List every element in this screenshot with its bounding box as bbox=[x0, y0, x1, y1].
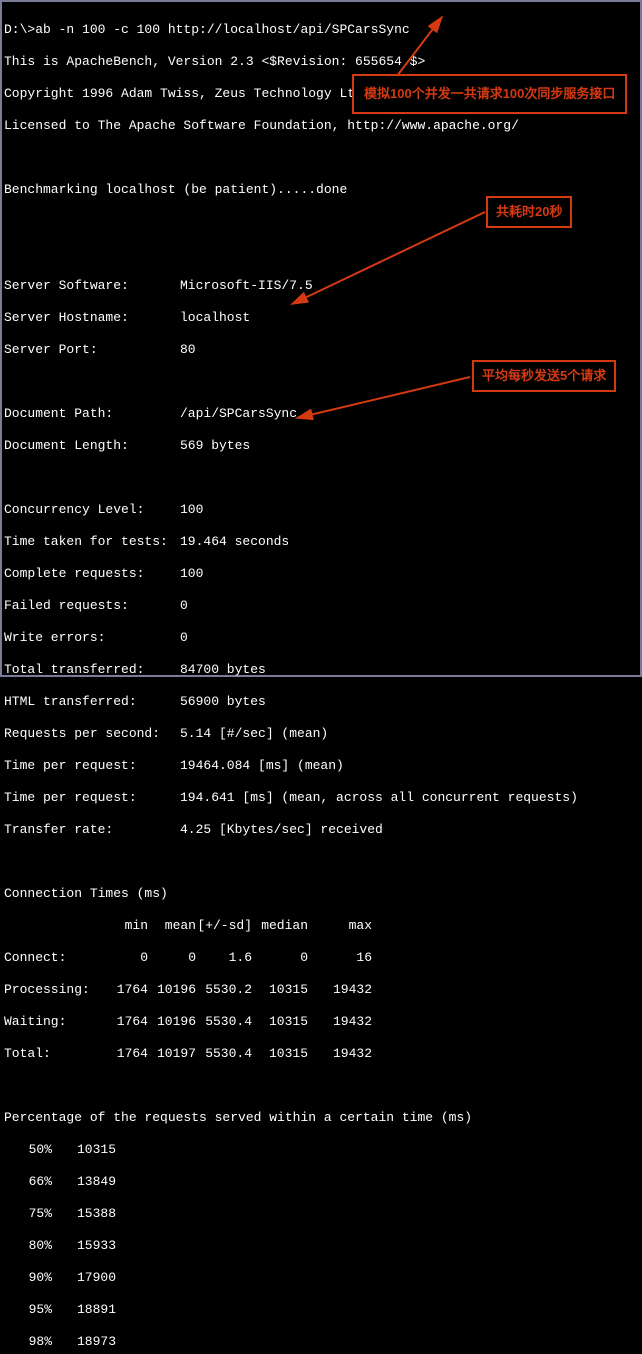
ct-connect: Connect:001.6016 bbox=[4, 950, 638, 966]
ct-processing: Processing:1764101965530.21031519432 bbox=[4, 982, 638, 998]
failed-requests: Failed requests:0 bbox=[4, 598, 638, 614]
pct-row: 66%13849 bbox=[4, 1174, 638, 1190]
time-taken: Time taken for tests:19.464 seconds bbox=[4, 534, 638, 550]
percentage-title: Percentage of the requests served within… bbox=[4, 1110, 638, 1126]
requests-per-second: Requests per second:5.14 [#/sec] (mean) bbox=[4, 726, 638, 742]
pct-row: 90%17900 bbox=[4, 1270, 638, 1286]
total-transferred: Total transferred:84700 bytes bbox=[4, 662, 638, 678]
annotation-box-3: 平均每秒发送5个请求 bbox=[472, 360, 616, 392]
ct-total: Total:1764101975530.41031519432 bbox=[4, 1046, 638, 1062]
ct-waiting: Waiting:1764101965530.41031519432 bbox=[4, 1014, 638, 1030]
complete-requests: Complete requests:100 bbox=[4, 566, 638, 582]
html-transferred: HTML transferred:56900 bytes bbox=[4, 694, 638, 710]
header-line: This is ApacheBench, Version 2.3 <$Revis… bbox=[4, 54, 638, 70]
write-errors: Write errors:0 bbox=[4, 630, 638, 646]
time-per-request-mean: Time per request:19464.084 [ms] (mean) bbox=[4, 758, 638, 774]
concurrency-level: Concurrency Level:100 bbox=[4, 502, 638, 518]
annotation-box-1: 模拟100个并发一共请求100次同步服务接口 bbox=[352, 74, 627, 114]
server-hostname: Server Hostname:localhost bbox=[4, 310, 638, 326]
time-per-request-all: Time per request:194.641 [ms] (mean, acr… bbox=[4, 790, 638, 806]
server-port: Server Port:80 bbox=[4, 342, 638, 358]
transfer-rate: Transfer rate:4.25 [Kbytes/sec] received bbox=[4, 822, 638, 838]
document-path: Document Path:/api/SPCarsSync bbox=[4, 406, 638, 422]
pct-row: 75%15388 bbox=[4, 1206, 638, 1222]
pct-row: 50%10315 bbox=[4, 1142, 638, 1158]
pct-row: 95%18891 bbox=[4, 1302, 638, 1318]
annotation-box-2: 共耗时20秒 bbox=[486, 196, 572, 228]
ct-header: minmean[+/-sd]medianmax bbox=[4, 918, 638, 934]
server-software: Server Software:Microsoft-IIS/7.5 bbox=[4, 278, 638, 294]
document-length: Document Length:569 bytes bbox=[4, 438, 638, 454]
command-line: D:\>ab -n 100 -c 100 http://localhost/ap… bbox=[4, 22, 638, 38]
header-line: Licensed to The Apache Software Foundati… bbox=[4, 118, 638, 134]
pct-row: 98%18973 bbox=[4, 1334, 638, 1350]
connection-times-title: Connection Times (ms) bbox=[4, 886, 638, 902]
pct-row: 80%15933 bbox=[4, 1238, 638, 1254]
